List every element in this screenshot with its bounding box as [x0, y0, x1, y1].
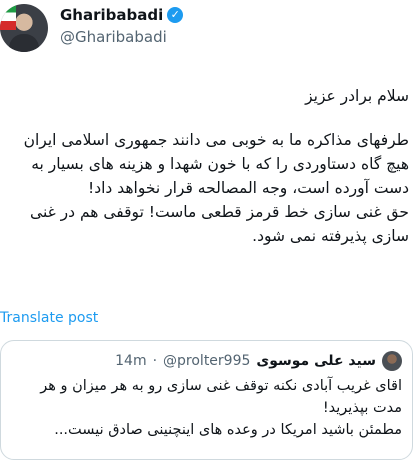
- quoted-author-name[interactable]: سید علی موسوی: [256, 353, 376, 369]
- author-display-name[interactable]: Gharibabadi: [60, 6, 163, 24]
- flag-icon: [0, 4, 16, 30]
- tweet-greeting: سلام برادر عزیز: [305, 87, 409, 105]
- quoted-author-avatar[interactable]: [382, 351, 402, 371]
- tweet-header: Gharibabadi ✓ @Gharibabadi: [0, 0, 419, 60]
- quoted-tweet[interactable]: سید علی موسوی @prolter995 · 14m اقای غری…: [0, 340, 413, 460]
- author-handle[interactable]: @Gharibabadi: [60, 28, 167, 46]
- author-avatar[interactable]: [0, 4, 48, 52]
- quoted-text-line-1: اقای غریب آبادی نکنه توقف غنی سازی رو به…: [40, 378, 402, 416]
- tweet-text: سلام برادر عزیز طرفهای مذاکره ما به خوبی…: [9, 84, 409, 248]
- verified-badge-icon: ✓: [167, 7, 184, 23]
- quoted-timestamp[interactable]: 14m: [115, 353, 146, 369]
- quoted-tweet-text: اقای غریب آبادی نکنه توقف غنی سازی رو به…: [7, 375, 402, 441]
- translate-post-link[interactable]: Translate post: [0, 310, 98, 326]
- separator-dot: ·: [152, 353, 158, 369]
- quoted-tweet-header: سید علی موسوی @prolter995 · 14m: [115, 351, 402, 371]
- quoted-text-line-2: مطمئن باشید امریکا در وعده های اینچنینی …: [54, 422, 402, 438]
- avatar-figure: [9, 34, 39, 52]
- author-name-row[interactable]: Gharibabadi ✓: [60, 6, 184, 24]
- tweet-paragraph-2: حق غنی سازی خط قرمز قطعی ماست! توقفی هم …: [30, 203, 409, 245]
- quoted-author-handle[interactable]: @prolter995: [163, 353, 250, 369]
- tweet-paragraph-1: طرفهای مذاکره ما به خوبی می دانند جمهوری…: [23, 131, 409, 197]
